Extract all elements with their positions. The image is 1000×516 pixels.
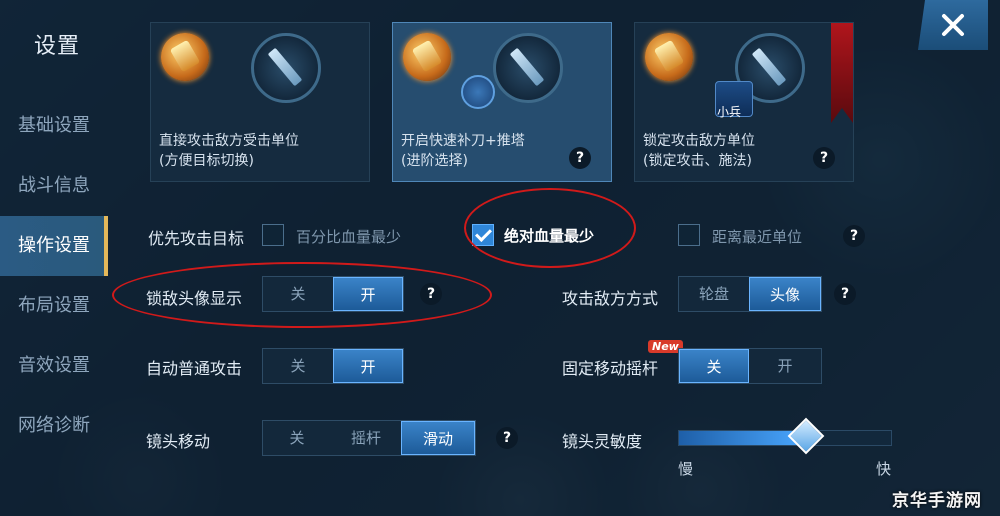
close-icon (942, 14, 964, 36)
help-icon[interactable]: ? (569, 147, 591, 169)
attack-mode-description: 开启快速补刀+推塔 (进阶选择) (401, 133, 525, 169)
sidebar-item-layout[interactable]: 布局设置 (0, 276, 108, 336)
sword-icon (493, 33, 563, 103)
camera-move-toggle: 关 摇杆 滑动 (262, 420, 476, 456)
help-icon[interactable]: ? (834, 283, 856, 305)
fixed-joystick-on[interactable]: 开 (749, 349, 821, 383)
camera-sensitivity-slider[interactable] (678, 417, 892, 455)
auto-attack-on[interactable]: 开 (333, 349, 403, 383)
close-button[interactable] (918, 0, 988, 50)
attack-skill-icon (161, 33, 209, 81)
fixed-joystick-off[interactable]: 关 (679, 349, 749, 383)
slider-min-label: 慢 (678, 460, 694, 478)
sidebar-item-sound[interactable]: 音效设置 (0, 336, 108, 396)
auto-attack-label: 自动普通攻击 (146, 359, 243, 378)
watermark: 京华手游网 (892, 491, 982, 511)
annotation-circle (112, 262, 492, 328)
attack-method-toggle: 轮盘 头像 (678, 276, 822, 312)
annotation-circle (464, 188, 636, 268)
fixed-joystick-label: 固定移动摇杆 (562, 359, 659, 378)
help-icon[interactable]: ? (496, 427, 518, 449)
option-percent-hp-label: 百分比血量最少 (296, 228, 402, 246)
sidebar-item-controls[interactable]: 操作设置 (0, 216, 108, 276)
camera-move-label: 镜头移动 (146, 432, 211, 451)
checkbox-percent-hp[interactable] (262, 224, 284, 246)
fixed-joystick-toggle: 关 开 (678, 348, 822, 384)
auto-attack-toggle: 关 开 (262, 348, 404, 384)
help-icon[interactable]: ? (843, 225, 865, 247)
attack-method-wheel[interactable]: 轮盘 (679, 277, 749, 311)
priority-target-label: 优先攻击目标 (148, 229, 245, 248)
slider-fill (679, 431, 807, 445)
attack-skill-icon (645, 33, 693, 81)
attack-skill-icon (403, 33, 451, 81)
red-banner-icon (831, 23, 853, 123)
attack-mode-description: 直接攻击敌方受击单位 (方便目标切换) (159, 133, 299, 169)
sidebar: 基础设置 战斗信息 操作设置 布局设置 音效设置 网络诊断 (0, 96, 108, 456)
tower-icon (461, 75, 495, 109)
camera-move-swipe[interactable]: 滑动 (401, 421, 475, 455)
attack-method-label: 攻击敌方方式 (562, 289, 659, 308)
slider-max-label: 快 (876, 460, 892, 478)
sidebar-item-battle-info[interactable]: 战斗信息 (0, 156, 108, 216)
sidebar-item-basic[interactable]: 基础设置 (0, 96, 108, 156)
option-nearest-label: 距离最近单位 (712, 228, 803, 246)
camera-move-off[interactable]: 关 (263, 421, 331, 455)
sword-icon (251, 33, 321, 103)
attack-method-avatar[interactable]: 头像 (749, 277, 821, 311)
attack-mode-description: 锁定攻击敌方单位 (锁定攻击、施法) (643, 133, 755, 169)
camera-move-joystick[interactable]: 摇杆 (331, 421, 401, 455)
auto-attack-off[interactable]: 关 (263, 349, 333, 383)
attack-mode-card-direct[interactable]: 直接攻击敌方受击单位 (方便目标切换) (150, 22, 370, 182)
camera-sensitivity-label: 镜头灵敏度 (562, 432, 643, 451)
checkbox-nearest[interactable] (678, 224, 700, 246)
sidebar-item-network[interactable]: 网络诊断 (0, 396, 108, 456)
page-title: 设置 (34, 34, 81, 59)
attack-mode-card-lock[interactable]: 小兵 锁定攻击敌方单位 (锁定攻击、施法) ? (634, 22, 854, 182)
minion-label: 小兵 (717, 105, 742, 119)
help-icon[interactable]: ? (813, 147, 835, 169)
attack-mode-card-quick-farm[interactable]: 开启快速补刀+推塔 (进阶选择) ? (392, 22, 612, 182)
